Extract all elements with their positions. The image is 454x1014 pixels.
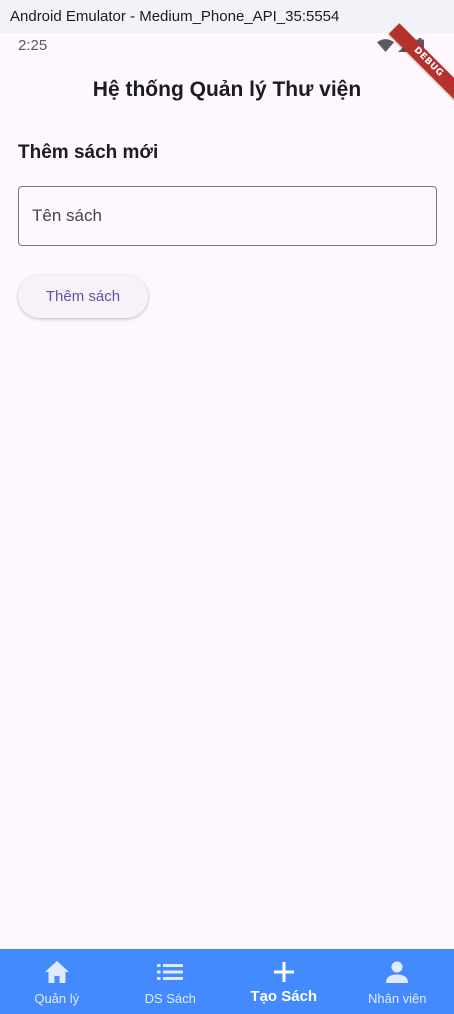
person-icon xyxy=(385,959,409,985)
page-title: Hệ thống Quản lý Thư viện xyxy=(92,78,362,101)
add-icon xyxy=(273,959,295,985)
window-title: Android Emulator - Medium_Phone_API_35:5… xyxy=(0,0,454,33)
nav-label: Nhân viên xyxy=(367,991,427,1006)
nav-label: DS Sách xyxy=(144,991,196,1006)
nav-item-ds-sach[interactable]: DS Sách xyxy=(114,949,228,1014)
home-icon xyxy=(44,959,70,985)
add-book-button[interactable]: Thêm sách xyxy=(18,275,148,318)
nav-item-quan-ly[interactable]: Quản lý xyxy=(0,949,114,1014)
section-title: Thêm sách mới xyxy=(18,142,159,163)
status-time: 2:25 xyxy=(18,37,48,54)
nav-item-tao-sach[interactable]: Tạo Sách xyxy=(227,949,341,1014)
nav-label: Tạo Sách xyxy=(250,988,318,1005)
nav-label: Quản lý xyxy=(34,991,80,1006)
bottom-navigation: Quản lý DS Sách Tạo Sách Nhân viên xyxy=(0,949,454,1014)
list-icon xyxy=(157,959,184,985)
emulator-window: Android Emulator - Medium_Phone_API_35:5… xyxy=(0,0,454,1014)
wifi-icon xyxy=(377,38,394,52)
book-name-field[interactable] xyxy=(18,186,437,246)
nav-item-nhan-vien[interactable]: Nhân viên xyxy=(341,949,454,1014)
status-bar: 2:25 xyxy=(0,33,454,59)
book-name-input[interactable] xyxy=(19,187,436,245)
